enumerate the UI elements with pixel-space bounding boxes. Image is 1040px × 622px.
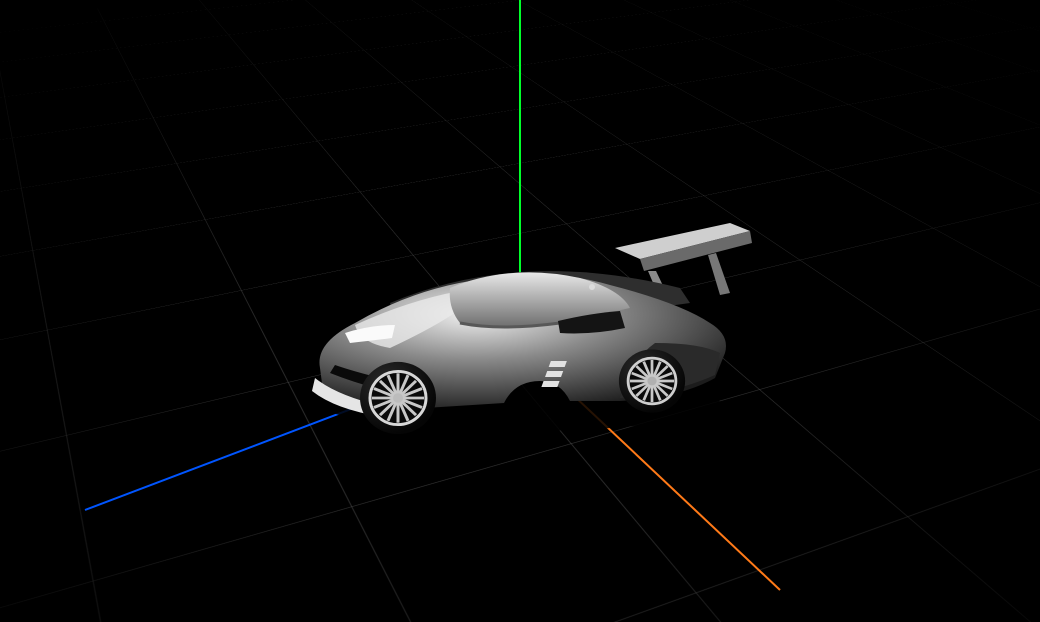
model-race-car[interactable] xyxy=(260,193,780,453)
front-wheel xyxy=(360,362,436,434)
rear-wheel xyxy=(619,350,685,413)
3d-viewport[interactable] xyxy=(0,0,1040,622)
roof-antenna xyxy=(589,284,595,290)
